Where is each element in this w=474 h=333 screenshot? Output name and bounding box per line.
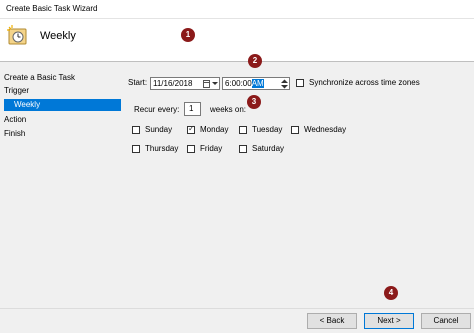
nav-item-create-basic-task[interactable]: Create a Basic Task [4,72,75,84]
window-title: Create Basic Task Wizard [6,4,98,13]
wednesday-label: Wednesday [304,125,347,134]
start-date-value: 11/16/2018 [153,79,193,88]
step-marker-4: 4 [384,286,398,300]
saturday-label: Saturday [252,144,285,153]
sunday-label: Sunday [145,125,173,134]
sync-timezones-label: Synchronize across time zones [309,78,420,87]
chevron-down-icon[interactable] [212,82,218,86]
trigger-settings-panel: Start: 11/16/2018 6:00:00AM Synchronize … [124,62,474,308]
tuesday-checkbox[interactable] [239,126,247,134]
sunday-checkbox[interactable] [132,126,140,134]
sync-timezones-checkbox[interactable] [296,79,304,87]
wednesday-checkbox[interactable] [291,126,299,134]
checkmark-icon: ✓ [188,124,195,133]
nav-item-finish[interactable]: Finish [4,128,25,140]
weeks-on-label: weeks on: [210,105,247,114]
spin-arrows-icon[interactable] [281,79,288,89]
friday-checkbox[interactable] [187,145,195,153]
nav-item-weekly[interactable]: Weekly [4,99,121,111]
recur-weeks-value: 1 [189,104,194,113]
recur-label: Recur every: [134,105,180,114]
wizard-footer: < Back Next > Cancel [0,308,474,333]
tuesday-label: Tuesday [252,125,283,134]
next-button[interactable]: Next > [364,313,414,329]
title-bar: Create Basic Task Wizard [0,0,474,19]
monday-checkbox[interactable]: ✓ [187,124,195,134]
monday-label: Monday [200,125,229,134]
start-time-spinner[interactable]: 6:00:00AM [222,77,290,90]
step-marker-2: 2 [248,54,262,68]
calendar-icon[interactable] [203,80,212,88]
step-marker-3: 3 [247,95,261,109]
back-button[interactable]: < Back [307,313,357,329]
step-marker-1: 1 [181,28,195,42]
wizard-body: Create a Basic Task Trigger Weekly Actio… [0,62,474,308]
nav-item-trigger[interactable]: Trigger [4,85,29,97]
thursday-checkbox[interactable] [132,145,140,153]
nav-item-action[interactable]: Action [4,114,26,126]
start-label: Start: [128,78,148,87]
thursday-label: Thursday [145,144,179,153]
friday-label: Friday [200,144,223,153]
wizard-header: Weekly [0,19,474,62]
cancel-button[interactable]: Cancel [421,313,471,329]
recur-weeks-input[interactable]: 1 [184,102,201,116]
task-clock-icon [7,25,27,45]
start-time-prefix: 6:00:00 [225,79,252,88]
start-date-picker[interactable]: 11/16/2018 [150,77,220,90]
page-title: Weekly [40,30,76,42]
start-time-value: 6:00:00AM [225,78,264,89]
wizard-nav: Create a Basic Task Trigger Weekly Actio… [0,62,124,308]
start-time-ampm: AM [251,79,264,88]
saturday-checkbox[interactable] [239,145,247,153]
